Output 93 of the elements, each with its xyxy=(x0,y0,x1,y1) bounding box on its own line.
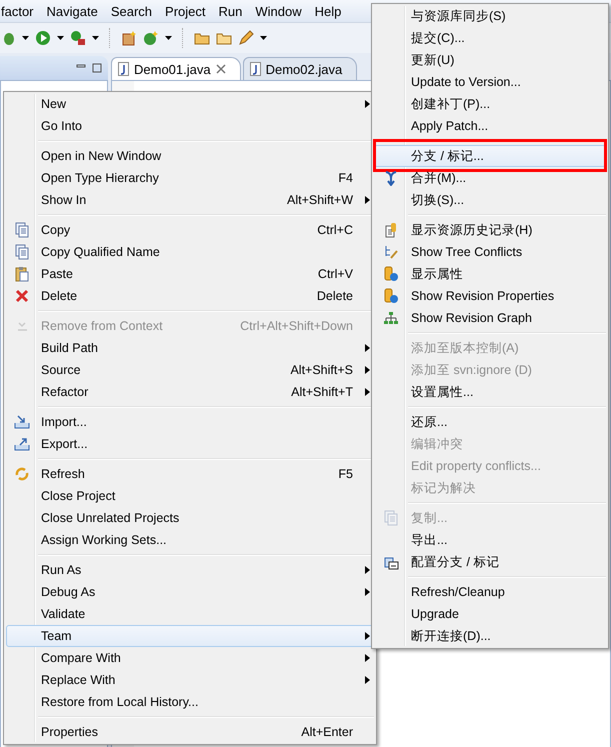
dropdown-icon[interactable] xyxy=(22,36,29,40)
submenu-arrow-icon xyxy=(364,654,370,662)
menu-bar-item[interactable]: Window xyxy=(255,4,310,18)
menu-item[interactable]: Paste Ctrl+V xyxy=(6,263,374,285)
menu-item[interactable]: 配置分支 / 标记 xyxy=(374,551,606,573)
menu-item[interactable]: Refactor Alt+Shift+T xyxy=(6,381,374,403)
clipboard-icon xyxy=(14,266,30,282)
maximize-icon[interactable] xyxy=(92,63,102,73)
refresh-icon xyxy=(14,466,30,482)
submenu-arrow-icon xyxy=(364,100,370,108)
menu-item[interactable]: Compare With xyxy=(6,647,374,669)
menu-item[interactable]: Delete Delete xyxy=(6,285,374,307)
import-icon xyxy=(14,414,30,430)
java-file-icon xyxy=(250,62,261,76)
pencil-icon[interactable] xyxy=(238,30,254,46)
menu-item[interactable]: New xyxy=(6,93,374,115)
history-icon xyxy=(383,222,399,238)
submenu-arrow-icon xyxy=(364,366,370,374)
menu-item[interactable]: 更新(U) xyxy=(374,49,606,71)
submenu-arrow-icon xyxy=(364,566,370,574)
copy-icon xyxy=(14,222,30,238)
menu-item[interactable]: Apply Patch... xyxy=(374,115,606,137)
dropdown-icon[interactable] xyxy=(92,36,99,40)
menu-item[interactable]: 合并(M)... xyxy=(374,167,606,189)
menu-item[interactable]: Close Project xyxy=(6,485,374,507)
menu-item[interactable]: Debug As xyxy=(6,581,374,603)
menu-item[interactable]: 分支 / 标记... xyxy=(374,145,606,167)
menu-bar-item[interactable]: Help xyxy=(314,4,350,18)
menu-item[interactable]: 还原... xyxy=(374,411,606,433)
menu-item[interactable]: Validate xyxy=(6,603,374,625)
menu-item[interactable]: 显示属性 xyxy=(374,263,606,285)
graph-icon xyxy=(383,310,399,326)
menu-item[interactable]: Export... xyxy=(6,433,374,455)
new-class-icon[interactable] xyxy=(143,30,159,46)
menu-item[interactable]: Go Into xyxy=(6,115,374,137)
menu-item[interactable]: Show Revision Graph xyxy=(374,307,606,329)
menu-item[interactable]: Show In Alt+Shift+W xyxy=(6,189,374,211)
menu-item[interactable]: 显示资源历史记录(H) xyxy=(374,219,606,241)
menu-bar-item[interactable]: Project xyxy=(165,4,214,18)
menu-item[interactable]: Open in New Window xyxy=(6,145,374,167)
copy-icon xyxy=(14,244,30,260)
export-icon xyxy=(14,436,30,452)
menu-bar-item[interactable]: Search xyxy=(110,4,160,18)
menu-item[interactable]: 设置属性... xyxy=(374,381,606,403)
menu-item[interactable]: 创建补丁(P)... xyxy=(374,93,606,115)
dropdown-icon[interactable] xyxy=(165,36,172,40)
editor-tab[interactable]: Demo02.java xyxy=(242,57,358,80)
submenu-arrow-icon xyxy=(364,344,370,352)
menu-item[interactable]: 断开连接(D)... xyxy=(374,625,606,647)
menu-item[interactable]: Copy Ctrl+C xyxy=(6,219,374,241)
menu-item[interactable]: Assign Working Sets... xyxy=(6,529,374,551)
submenu-arrow-icon xyxy=(364,196,370,204)
menu-item[interactable]: Close Unrelated Projects xyxy=(6,507,374,529)
menu-item[interactable]: Build Path xyxy=(6,337,374,359)
menu-item[interactable]: Open Type Hierarchy F4 xyxy=(6,167,374,189)
menu-item[interactable]: Run As xyxy=(6,559,374,581)
menu-item[interactable]: Copy Qualified Name xyxy=(6,241,374,263)
menu-item[interactable]: Import... xyxy=(6,411,374,433)
dropdown-icon[interactable] xyxy=(57,36,64,40)
menu-bar-item[interactable]: factor xyxy=(1,4,42,18)
copy-icon xyxy=(383,510,399,526)
menu-item[interactable]: Upgrade xyxy=(374,603,606,625)
tree-conflicts-icon xyxy=(383,244,399,260)
close-icon[interactable] xyxy=(216,64,226,74)
submenu-arrow-icon xyxy=(364,676,370,684)
menu-bar-item[interactable]: Run xyxy=(218,4,250,18)
editor-tab[interactable]: Demo01.java xyxy=(111,57,241,80)
menu-item[interactable]: Restore from Local History... xyxy=(6,691,374,713)
run-tool-icon[interactable] xyxy=(70,30,86,46)
menu-item[interactable]: Team xyxy=(6,625,374,647)
submenu-arrow-icon xyxy=(364,588,370,596)
run-icon[interactable] xyxy=(35,30,51,46)
menu-item[interactable]: Refresh F5 xyxy=(6,463,374,485)
menu-item[interactable]: 与资源库同步(S) xyxy=(374,5,606,27)
menu-item[interactable]: Refresh/Cleanup xyxy=(374,581,606,603)
menu-item[interactable]: Show Tree Conflicts xyxy=(374,241,606,263)
menu-item[interactable]: Replace With xyxy=(6,669,374,691)
submenu-arrow-icon xyxy=(364,388,370,396)
delete-icon xyxy=(14,288,30,304)
dropdown-icon[interactable] xyxy=(260,36,267,40)
java-file-icon xyxy=(118,62,129,76)
properties-icon xyxy=(383,266,399,282)
menu-item[interactable]: Source Alt+Shift+S xyxy=(6,359,374,381)
menu-item[interactable]: 切换(S)... xyxy=(374,189,606,211)
menu-item[interactable]: Update to Version... xyxy=(374,71,606,93)
properties-icon xyxy=(383,288,399,304)
submenu-arrow-icon xyxy=(364,632,370,640)
new-package-icon[interactable] xyxy=(121,30,137,46)
menu-item[interactable]: 导出... xyxy=(374,529,606,551)
merge-arrow-icon xyxy=(383,170,399,186)
menu-item[interactable]: Show Revision Properties xyxy=(374,285,606,307)
menu-bar-item[interactable]: Navigate xyxy=(46,4,106,18)
menu-item[interactable]: Properties Alt+Enter xyxy=(6,721,374,743)
